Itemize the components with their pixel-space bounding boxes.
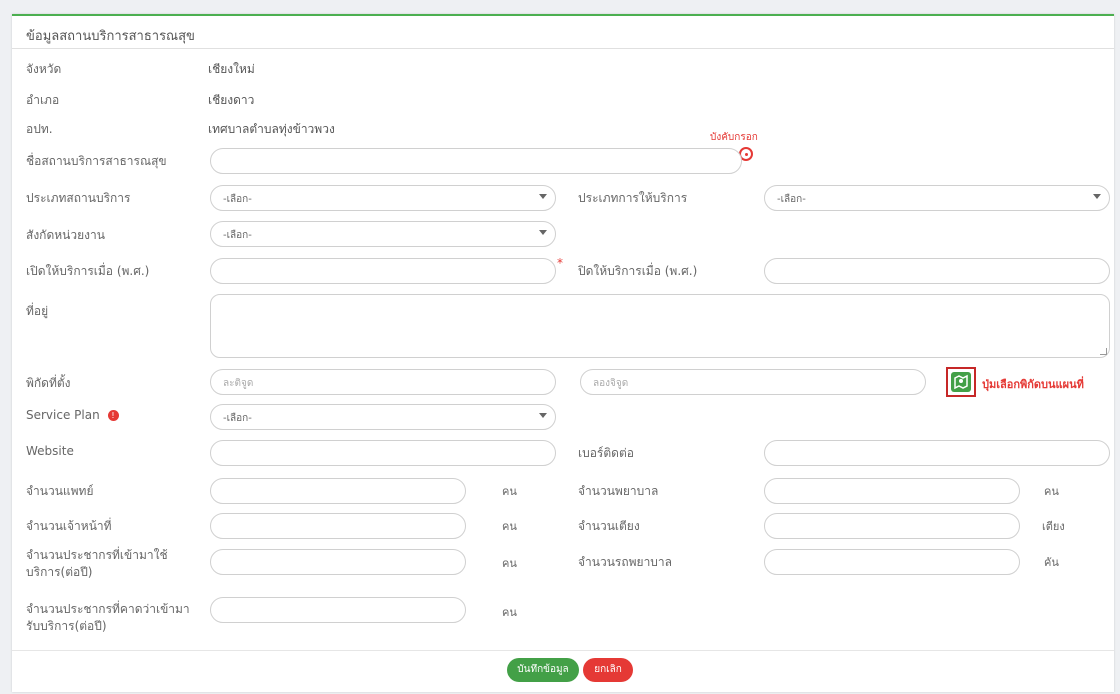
ambulance-label: จำนวนรถพยาบาล (578, 555, 673, 569)
nurses-unit: คน (1044, 485, 1059, 498)
staff-input[interactable] (210, 513, 466, 539)
resize-handle-icon[interactable] (1100, 348, 1107, 355)
longitude-input[interactable]: ลองจิจูด (580, 369, 926, 395)
facility-type-select[interactable]: -เลือก- (210, 185, 556, 211)
cancel-button[interactable]: ยกเลิก (583, 658, 633, 682)
chevron-down-icon (539, 413, 547, 418)
population-unit: คน (502, 557, 517, 570)
facility-name-label: ชื่อสถานบริการสาธารณสุข (26, 154, 167, 168)
phone-label: เบอร์ติดต่อ (578, 446, 634, 460)
latitude-input[interactable]: ละติจูด (210, 369, 556, 395)
staff-unit: คน (502, 520, 517, 533)
website-label: Website (26, 444, 74, 458)
affiliation-selected: -เลือก- (223, 230, 252, 241)
expected-label: จำนวนประชากรที่คาดว่าเข้ามา รับบริการ(ต่… (26, 601, 190, 635)
nurses-label: จำนวนพยาบาล (578, 484, 659, 498)
beds-input[interactable] (764, 513, 1020, 539)
info-icon[interactable]: ! (107, 410, 119, 421)
province-label: จังหวัด (26, 62, 62, 76)
affiliation-select[interactable]: -เลือก- (210, 221, 556, 247)
staff-label: จำนวนเจ้าหน้าที่ (26, 519, 112, 533)
facility-type-label: ประเภทสถานบริการ (26, 191, 131, 205)
expected-input[interactable] (210, 597, 466, 623)
address-label: ที่อยู่ (26, 304, 49, 318)
beds-label: จำนวนเตียง (578, 519, 640, 533)
expected-unit: คน (502, 606, 517, 619)
chevron-down-icon (539, 194, 547, 199)
service-type-label: ประเภทการให้บริการ (578, 191, 688, 205)
longitude-placeholder: ลองจิจูด (593, 378, 629, 389)
population-input[interactable] (210, 549, 466, 575)
beds-unit: เตียง (1042, 520, 1065, 533)
service-plan-label: Service Plan ! (26, 408, 119, 422)
doctors-unit: คน (502, 485, 517, 498)
address-textarea[interactable] (210, 294, 1110, 358)
facility-form-card: ข้อมูลสถานบริการสาธารณสุข จังหวัด เชียงใ… (12, 14, 1114, 692)
ambulance-input[interactable] (764, 549, 1020, 575)
population-label: จำนวนประชากรที่เข้ามาใช้ บริการ(ต่อปี) (26, 547, 168, 581)
service-type-select[interactable]: -เลือก- (764, 185, 1110, 211)
population-label-line1: จำนวนประชากรที่เข้ามาใช้ (26, 548, 168, 562)
website-input[interactable] (210, 440, 556, 466)
chevron-down-icon (1093, 194, 1101, 199)
service-plan-select[interactable]: -เลือก- (210, 404, 556, 430)
doctors-input[interactable] (210, 478, 466, 504)
map-button-annotation: ปุ่มเลือกพิกัดบนแผนที่ (982, 378, 1084, 391)
province-value: เชียงใหม่ (208, 62, 255, 76)
population-label-line2: บริการ(ต่อปี) (26, 565, 93, 579)
open-year-input[interactable] (210, 258, 556, 284)
facility-name-input[interactable] (210, 148, 742, 174)
expected-label-line1: จำนวนประชากรที่คาดว่าเข้ามา (26, 602, 190, 616)
save-button[interactable]: บันทึกข้อมูล (507, 658, 579, 682)
lao-label: อปท. (26, 122, 53, 136)
open-year-label: เปิดให้บริการเมื่อ (พ.ศ.) (26, 264, 150, 278)
required-annotation: บังคับกรอก (710, 132, 758, 143)
required-asterisk: * (557, 256, 563, 270)
close-year-label: ปิดให้บริการเมื่อ (พ.ศ.) (578, 264, 698, 278)
section-header: ข้อมูลสถานบริการสาธารณสุข (12, 16, 1114, 49)
affiliation-label: สังกัดหน่วยงาน (26, 228, 105, 242)
phone-input[interactable] (764, 440, 1110, 466)
district-value: เชียงดาว (208, 93, 255, 107)
district-label: อำเภอ (26, 93, 60, 107)
close-year-input[interactable] (764, 258, 1110, 284)
service-plan-label-text: Service Plan (26, 408, 100, 422)
facility-type-selected: -เลือก- (223, 194, 252, 205)
section-title: ข้อมูลสถานบริการสาธารณสุข (26, 29, 195, 44)
nurses-input[interactable] (764, 478, 1020, 504)
map-icon (954, 374, 968, 390)
coords-label: พิกัดที่ตั้ง (26, 376, 71, 390)
map-picker-button[interactable] (951, 372, 971, 392)
service-type-selected: -เลือก- (777, 194, 806, 205)
ambulance-unit: คัน (1044, 556, 1059, 569)
expected-label-line2: รับบริการ(ต่อปี) (26, 619, 107, 633)
chevron-down-icon (539, 230, 547, 235)
service-plan-selected: -เลือก- (223, 413, 252, 424)
lao-value: เทศบาลตำบลทุ่งข้าวพวง (208, 122, 335, 136)
doctors-label: จำนวนแพทย์ (26, 484, 94, 498)
latitude-placeholder: ละติจูด (223, 378, 254, 389)
